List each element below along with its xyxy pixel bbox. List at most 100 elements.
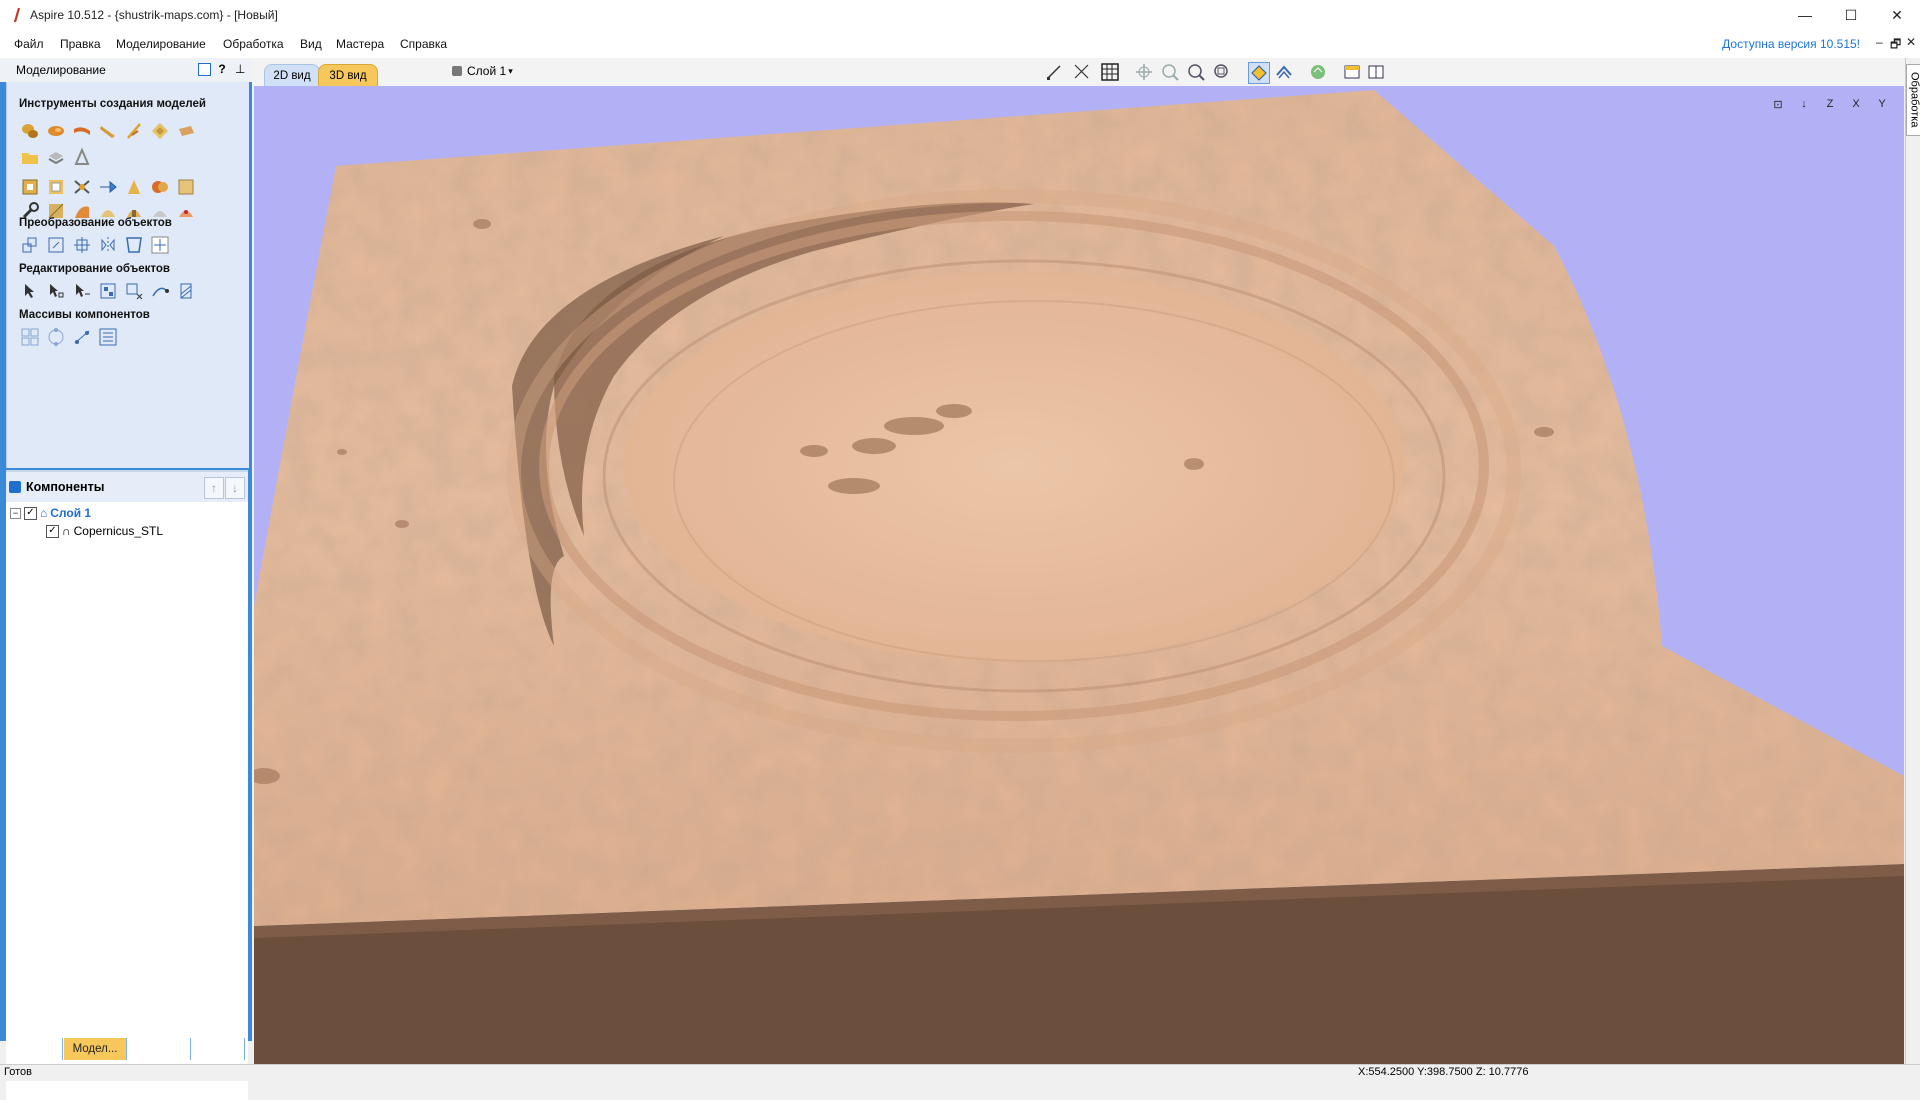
update-available-link[interactable]: Доступна версия 10.515! — [1722, 37, 1860, 51]
tab-3d-clipart[interactable]: 3D кол... — [128, 1038, 191, 1060]
menu-modeling[interactable]: Моделирование — [116, 37, 206, 51]
smooth-icon[interactable] — [45, 176, 67, 198]
sweep-icon[interactable] — [97, 120, 119, 142]
material-icon[interactable] — [1308, 62, 1328, 82]
x-axis-view-icon[interactable]: X — [1846, 94, 1866, 114]
distort-transform-icon[interactable] — [123, 234, 145, 256]
panel-tabs: Рисова... Модел... 3D кол... Слои — [0, 1038, 252, 1060]
weld-icon[interactable] — [149, 176, 171, 198]
transform-move-icon[interactable] — [19, 234, 41, 256]
create-shape-icon[interactable] — [19, 120, 41, 142]
tab-layers[interactable]: Слои — [192, 1038, 245, 1060]
sweep-two-rails-icon[interactable] — [71, 120, 93, 142]
mirror-icon[interactable] — [97, 234, 119, 256]
layout-single-icon[interactable] — [1342, 62, 1362, 82]
top-view-icon[interactable]: ↓ — [1794, 94, 1814, 114]
menu-help[interactable]: Справка — [400, 37, 447, 51]
tab-3d-view[interactable]: 3D вид — [318, 64, 378, 88]
component-name: Copernicus_STL — [73, 524, 164, 538]
tree-layer-row[interactable]: − ✓ ⌂ Слой 1 — [10, 506, 91, 520]
arrow-up-icon: ↑ — [211, 481, 217, 495]
ungroup-icon[interactable] — [123, 280, 145, 302]
toolpaths-tab[interactable]: Обработка — [1906, 64, 1920, 136]
shaded-view-icon[interactable] — [1248, 62, 1270, 84]
scale-icon[interactable] — [45, 234, 67, 256]
mdi-close-button[interactable]: ✕ — [1906, 35, 1916, 49]
section-arrays-title: Массивы компонентов — [19, 309, 150, 321]
y-axis-view-icon[interactable]: Y — [1872, 94, 1892, 114]
zoom-box-icon[interactable] — [1160, 62, 1180, 82]
node-edit-icon[interactable] — [45, 280, 67, 302]
snap-icon[interactable] — [149, 234, 171, 256]
toolpath-preview-icon[interactable] — [1274, 62, 1294, 82]
move-component-icon[interactable] — [97, 176, 119, 198]
nesting-icon[interactable] — [97, 326, 119, 348]
snap-grid-icon[interactable] — [1072, 62, 1092, 82]
tab-2d-view[interactable]: 2D вид — [264, 64, 320, 88]
block-array-icon[interactable] — [19, 326, 41, 348]
circular-array-icon[interactable] — [45, 326, 67, 348]
layer-icon: ⌂ — [40, 506, 48, 520]
grid-icon[interactable] — [1100, 62, 1120, 82]
menu-file[interactable]: Файл — [14, 37, 44, 51]
panel-header: Моделирование ? ⊥ — [0, 58, 252, 82]
iso-view-icon[interactable]: ⊡ — [1768, 94, 1788, 114]
interactive-transform-icon[interactable] — [71, 280, 93, 302]
select-icon[interactable] — [19, 280, 41, 302]
z-axis-view-icon[interactable]: Z — [1820, 94, 1840, 114]
tab-drawing[interactable]: Рисова... — [0, 1038, 63, 1060]
collapse-icon[interactable]: − — [10, 507, 21, 519]
maximize-button[interactable]: ☐ — [1828, 0, 1874, 30]
offset-icon[interactable] — [175, 200, 197, 222]
layer-selector[interactable]: Слой 1 ▾ — [452, 64, 513, 78]
3d-viewport[interactable]: ⊡ ↓ Z X Y — [254, 86, 1904, 1064]
component-checkbox[interactable]: ✓ — [46, 524, 59, 538]
face-create-icon[interactable] — [175, 120, 197, 142]
layer-checkbox[interactable]: ✓ — [24, 506, 37, 520]
align-icon[interactable] — [71, 234, 93, 256]
close-button[interactable]: ✕ — [1874, 0, 1920, 30]
bake-icon[interactable] — [175, 176, 197, 198]
hatch-icon[interactable] — [175, 280, 197, 302]
mdi-restore-button[interactable]: 🗗 — [1890, 35, 1901, 56]
tilt-icon[interactable] — [123, 176, 145, 198]
terrain-model[interactable] — [254, 86, 1904, 1064]
layout-split-icon[interactable] — [1366, 62, 1386, 82]
tab-modeling[interactable]: Модел... — [64, 1038, 127, 1060]
spin-icon[interactable] — [123, 120, 145, 142]
menu-view[interactable]: Вид — [300, 37, 322, 51]
import-component-icon[interactable] — [19, 146, 41, 168]
status-text: Готов — [4, 1066, 32, 1078]
status-bar: Готов X:554.2500 Y:398.7500 Z: 10.7776 — [0, 1064, 1920, 1081]
menu-toolpaths[interactable]: Обработка — [223, 37, 284, 51]
minimize-button[interactable]: — — [1782, 0, 1828, 30]
trim-icon[interactable] — [149, 280, 171, 302]
modeling-panel: Моделирование ? ⊥ Инструменты создания м… — [0, 58, 252, 1100]
section-create-title: Инструменты создания моделей — [19, 98, 206, 110]
zoom-all-icon[interactable] — [1186, 62, 1206, 82]
menu-edit[interactable]: Правка — [60, 37, 101, 51]
pin-icon[interactable]: ⊥ — [235, 62, 245, 76]
zoom-selection-icon[interactable] — [1212, 62, 1232, 82]
revolve-icon[interactable] — [149, 120, 171, 142]
show-vectors-icon[interactable] — [1044, 62, 1064, 82]
cursor-coordinates: X:554.2500 Y:398.7500 Z: 10.7776 — [1358, 1066, 1529, 1078]
components-checkbox[interactable] — [9, 481, 21, 493]
group-icon[interactable] — [97, 280, 119, 302]
mdi-minimize-button[interactable]: – — [1876, 35, 1883, 49]
sculpt-icon[interactable] — [19, 176, 41, 198]
extrude-icon[interactable] — [45, 120, 67, 142]
move-down-button[interactable]: ↓ — [225, 477, 245, 499]
panel-toggle-icon[interactable] — [198, 63, 211, 77]
pan-icon[interactable] — [1134, 62, 1154, 82]
import-3d-model-icon[interactable] — [45, 146, 67, 168]
menu-wizards[interactable]: Мастера — [336, 37, 384, 51]
distort-icon[interactable] — [71, 176, 93, 198]
move-up-button[interactable]: ↑ — [204, 477, 224, 499]
texture-icon[interactable] — [71, 146, 93, 168]
copy-along-vector-icon[interactable] — [71, 326, 93, 348]
components-area: Компоненты ↑ ↓ − ✓ ⌂ Слой 1 ✓ ∩ Copernic… — [6, 470, 248, 1100]
help-icon[interactable]: ? — [218, 62, 225, 76]
layer-name: Слой 1 — [50, 506, 92, 520]
tree-component-row[interactable]: ✓ ∩ Copernicus_STL — [46, 524, 163, 538]
